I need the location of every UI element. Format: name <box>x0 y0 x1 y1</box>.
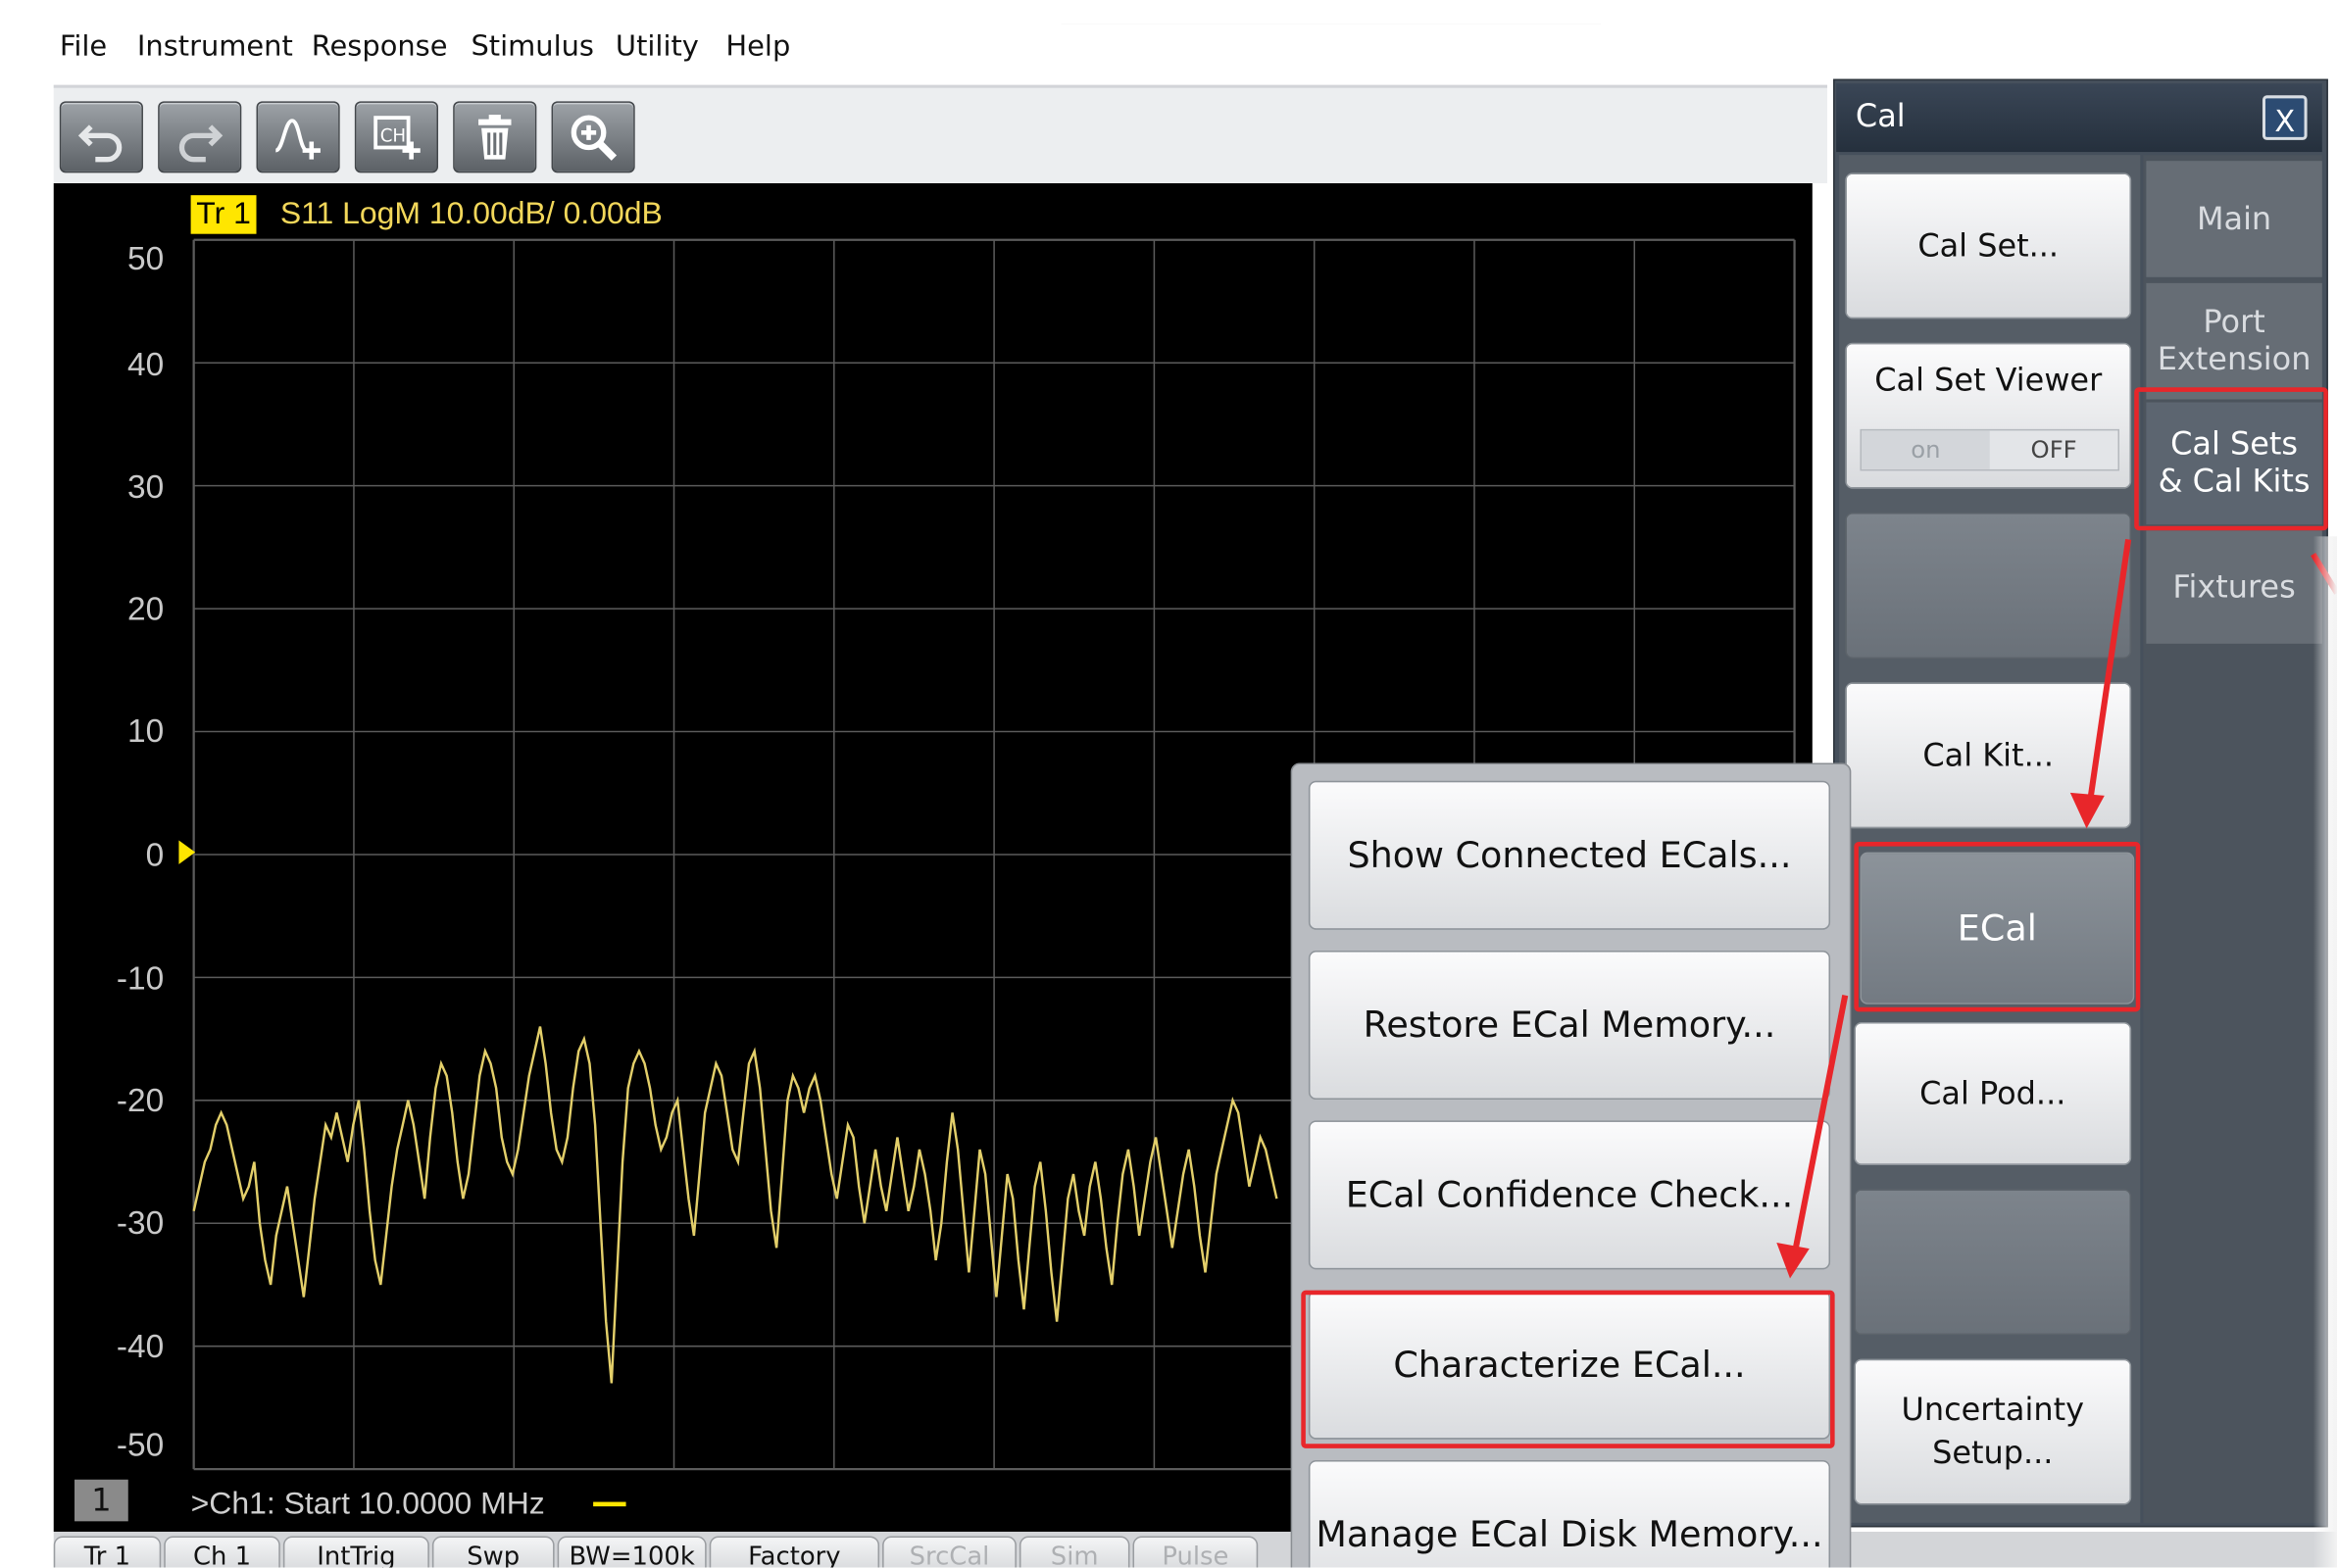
network-analyzer-window: File Instrument Response Stimulus Utilit… <box>0 0 2337 1568</box>
annotation-arrows <box>1776 538 2337 1279</box>
arrow-to-characterize <box>1776 995 1849 1279</box>
arrow-to-ecal <box>2069 538 2132 829</box>
edge-shadow <box>2312 536 2337 1568</box>
